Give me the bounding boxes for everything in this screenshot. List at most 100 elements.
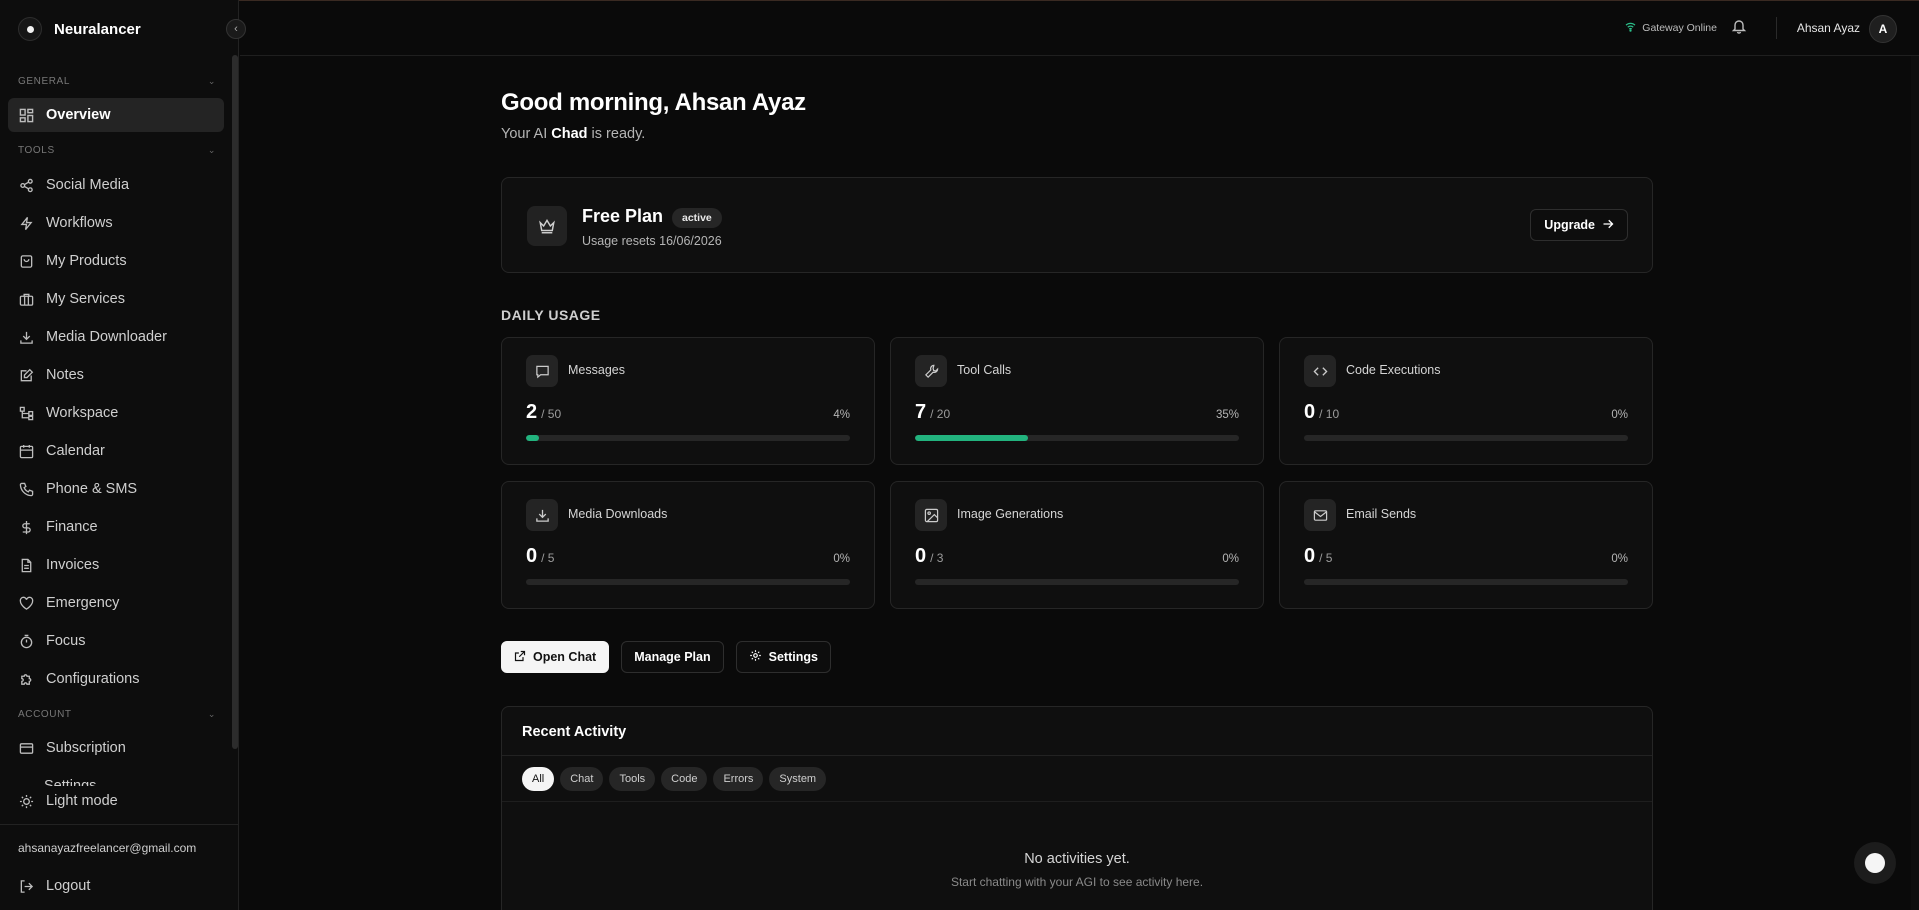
usage-label: Email Sends bbox=[1346, 507, 1417, 521]
usage-card-image-generations: Image Generations 0/ 3 0% bbox=[890, 481, 1264, 609]
usage-progress-bar bbox=[915, 579, 1239, 585]
sidebar-item-focus[interactable]: Focus bbox=[8, 624, 224, 658]
logout-button[interactable]: Logout bbox=[8, 869, 224, 903]
chevron-down-icon: ⌄ bbox=[207, 76, 216, 86]
page-subtitle: Your AI Chad is ready. bbox=[501, 126, 645, 142]
download-icon bbox=[18, 329, 34, 345]
usage-limit: / 50 bbox=[541, 407, 562, 421]
usage-used: 0 bbox=[526, 545, 538, 567]
filter-chip-tools[interactable]: Tools bbox=[609, 767, 656, 791]
sidebar-item-overview[interactable]: Overview bbox=[8, 98, 224, 132]
filter-chip-chat[interactable]: Chat bbox=[560, 767, 604, 791]
filter-chip-system[interactable]: System bbox=[769, 767, 827, 791]
usage-label: Tool Calls bbox=[957, 363, 1012, 377]
page-title: Good morning, Ahsan Ayaz bbox=[501, 89, 806, 116]
credit-card-icon bbox=[18, 740, 34, 756]
sidebar-item-my-products[interactable]: My Products bbox=[8, 244, 224, 278]
usage-used: 0 bbox=[1304, 545, 1316, 567]
sidebar-scrollbar[interactable] bbox=[232, 55, 238, 749]
section-tools[interactable]: TOOLS ⌄ bbox=[18, 145, 216, 156]
section-account[interactable]: ACCOUNT ⌄ bbox=[18, 709, 216, 720]
usage-value: 0/ 10 bbox=[1304, 401, 1339, 424]
avatar[interactable]: A bbox=[1869, 15, 1897, 43]
usage-used: 0 bbox=[1304, 401, 1316, 423]
usage-label: Messages bbox=[568, 363, 625, 377]
logout-icon bbox=[18, 878, 34, 894]
sidebar-item-notes[interactable]: Notes bbox=[8, 358, 224, 392]
plan-reset-text: Usage resets 16/06/2026 bbox=[582, 234, 722, 248]
usage-percent: 35% bbox=[1215, 409, 1239, 421]
filter-chip-code[interactable]: Code bbox=[661, 767, 708, 791]
crown-icon bbox=[527, 206, 567, 246]
sidebar-item-label: Subscription bbox=[46, 740, 126, 756]
sidebar-item-social-media[interactable]: Social Media bbox=[8, 168, 224, 202]
sidebar-item-label: Calendar bbox=[46, 443, 105, 459]
message-icon bbox=[526, 355, 558, 387]
usage-limit: / 5 bbox=[541, 551, 555, 565]
sidebar-item-label: Phone & SMS bbox=[46, 481, 138, 497]
divider bbox=[0, 824, 238, 825]
sidebar-item-workspace[interactable]: Workspace bbox=[8, 396, 224, 430]
brand[interactable]: Neuralancer bbox=[18, 17, 141, 41]
page-scrollbar[interactable] bbox=[1911, 56, 1919, 910]
sidebar-item-emergency[interactable]: Emergency bbox=[8, 586, 224, 620]
usage-progress-bar bbox=[526, 435, 850, 441]
chat-launcher-button[interactable] bbox=[1854, 842, 1896, 884]
open-chat-button[interactable]: Open Chat bbox=[501, 641, 610, 673]
usage-progress-fill bbox=[526, 435, 539, 441]
upgrade-button[interactable]: Upgrade bbox=[1530, 209, 1628, 241]
note-icon bbox=[18, 367, 34, 383]
usage-value: 2/ 50 bbox=[526, 401, 561, 424]
collapse-sidebar-button[interactable]: ‹ bbox=[226, 19, 246, 39]
plan-card: Free Plan active Usage resets 16/06/2026… bbox=[501, 177, 1653, 273]
open-chat-label: Open Chat bbox=[533, 650, 597, 664]
usage-progress-bar bbox=[1304, 579, 1628, 585]
sidebar-item-calendar[interactable]: Calendar bbox=[8, 434, 224, 468]
sidebar-item-label: My Products bbox=[46, 253, 127, 269]
download-icon bbox=[526, 499, 558, 531]
usage-limit: / 20 bbox=[930, 407, 951, 421]
usage-percent: 0% bbox=[1222, 553, 1239, 565]
bell-icon[interactable] bbox=[1731, 18, 1749, 36]
section-label: TOOLS bbox=[18, 145, 55, 156]
usage-card-messages: Messages 2/ 50 4% bbox=[501, 337, 875, 465]
usage-limit: / 10 bbox=[1319, 407, 1340, 421]
sidebar-item-label: Media Downloader bbox=[46, 329, 167, 345]
sidebar-item-configurations[interactable]: Configurations bbox=[8, 662, 224, 696]
divider bbox=[502, 755, 1652, 756]
sidebar-item-label: Workflows bbox=[46, 215, 113, 231]
filter-chip-errors[interactable]: Errors bbox=[713, 767, 764, 791]
sidebar-item-label: Finance bbox=[46, 519, 98, 535]
sidebar-item-label: Workspace bbox=[46, 405, 119, 421]
usage-label: Media Downloads bbox=[568, 507, 668, 521]
external-link-icon bbox=[514, 650, 526, 665]
sidebar-item-label: Overview bbox=[46, 107, 111, 123]
light-mode-toggle[interactable]: Light mode bbox=[8, 784, 224, 818]
filter-chip-all[interactable]: All bbox=[522, 767, 555, 791]
app-name: Neuralancer bbox=[54, 20, 141, 38]
circle-icon bbox=[1865, 853, 1885, 873]
sidebar-item-label: My Services bbox=[46, 291, 125, 307]
usage-value: 0/ 5 bbox=[526, 545, 554, 568]
sidebar-item-label: Configurations bbox=[46, 671, 140, 687]
sidebar-item-label: Focus bbox=[46, 633, 86, 649]
timer-icon bbox=[18, 633, 34, 649]
sidebar-item-invoices[interactable]: Invoices bbox=[8, 548, 224, 582]
sidebar-item-label: Emergency bbox=[46, 595, 120, 611]
sidebar-item-my-services[interactable]: My Services bbox=[8, 282, 224, 316]
sidebar-item-finance[interactable]: Finance bbox=[8, 510, 224, 544]
sun-icon bbox=[18, 793, 34, 809]
sidebar: Neuralancer GENERAL ⌄ Overview TOOLS ⌄ S… bbox=[0, 0, 239, 910]
manage-plan-button[interactable]: Manage Plan bbox=[621, 641, 724, 673]
plan-title: Free Plan bbox=[582, 206, 664, 226]
sidebar-item-media-downloader[interactable]: Media Downloader bbox=[8, 320, 224, 354]
settings-button[interactable]: Settings bbox=[735, 641, 831, 673]
sidebar-item-subscription[interactable]: Subscription bbox=[8, 731, 224, 765]
logo-icon bbox=[18, 17, 42, 41]
user-name[interactable]: Ahsan Ayaz bbox=[1797, 21, 1860, 35]
sidebar-item-workflows[interactable]: Workflows bbox=[8, 206, 224, 240]
sidebar-item-phone-sms[interactable]: Phone & SMS bbox=[8, 472, 224, 506]
usage-label: Code Executions bbox=[1346, 363, 1441, 377]
section-general[interactable]: GENERAL ⌄ bbox=[18, 76, 216, 87]
subtitle-prefix: Your AI bbox=[501, 126, 548, 142]
